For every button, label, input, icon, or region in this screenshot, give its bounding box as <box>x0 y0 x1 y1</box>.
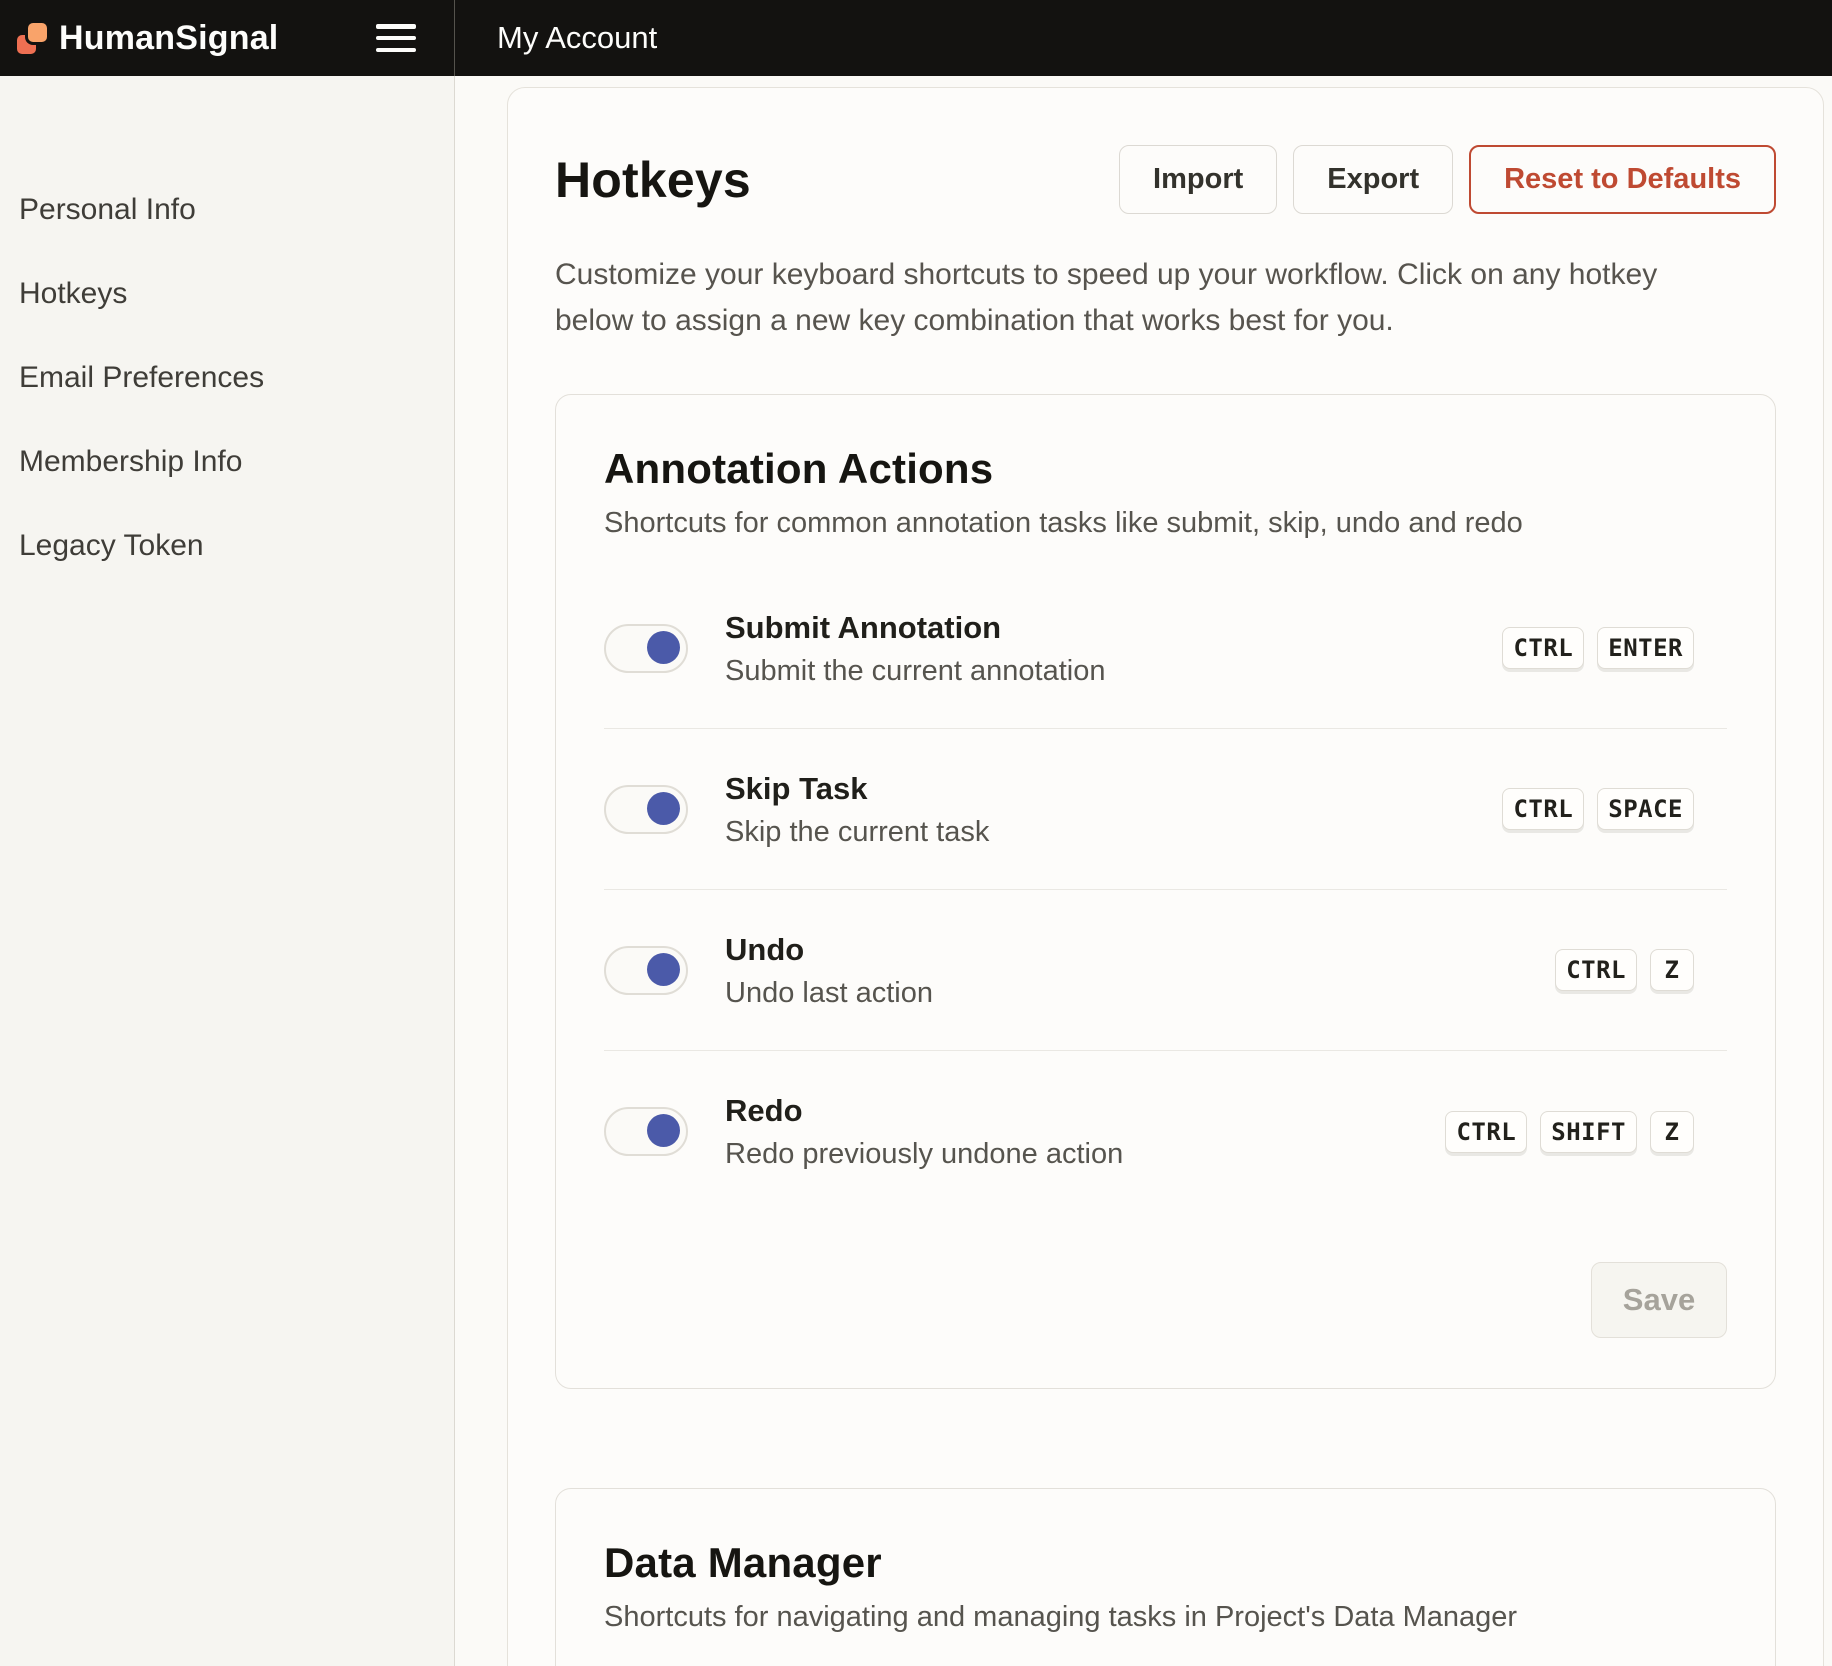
hotkey-description: Skip the current task <box>725 815 989 849</box>
sidebar-item-personal-info[interactable]: Personal Info <box>19 192 196 228</box>
hotkey-title: Undo <box>725 931 933 968</box>
topbar: HumanSignal My Account <box>0 0 1832 76</box>
toggle-knob-icon <box>647 631 680 664</box>
header-actions: Import Export Reset to Defaults <box>1119 145 1776 214</box>
keycap-ctrl[interactable]: CTRL <box>1555 949 1637 991</box>
save-button[interactable]: Save <box>1591 1262 1727 1338</box>
toggle-knob-icon <box>647 792 680 825</box>
hamburger-menu-icon[interactable] <box>376 24 416 52</box>
page-title: Hotkeys <box>555 151 751 209</box>
hotkey-row: Redo Redo previously undone action CTRL S… <box>604 1051 1727 1212</box>
hotkey-description: Undo last action <box>725 976 933 1010</box>
toggle-redo[interactable] <box>604 1107 688 1156</box>
section-subtitle: Shortcuts for common annotation tasks li… <box>604 507 1727 540</box>
toggle-knob-icon <box>647 953 680 986</box>
data-manager-section: Data Manager Shortcuts for navigating an… <box>555 1488 1776 1666</box>
keycap-ctrl[interactable]: CTRL <box>1502 788 1584 830</box>
annotation-actions-section: Annotation Actions Shortcuts for common … <box>555 394 1776 1389</box>
hotkey-title: Submit Annotation <box>725 609 1105 646</box>
hotkey-row-text: Skip Task Skip the current task <box>725 770 989 849</box>
humansignal-logo-icon <box>17 23 48 54</box>
keycap-ctrl[interactable]: CTRL <box>1502 627 1584 669</box>
account-sidebar: Personal Info Hotkeys Email Preferences Mem… <box>0 76 455 1666</box>
keycap-space[interactable]: SPACE <box>1597 788 1694 830</box>
keycap-enter[interactable]: ENTER <box>1597 627 1694 669</box>
hotkey-keys[interactable]: CTRL ENTER <box>1502 627 1694 669</box>
page-breadcrumb-title: My Account <box>497 0 657 76</box>
hotkey-row-text: Undo Undo last action <box>725 931 933 1010</box>
hotkeys-page-card: Hotkeys Import Export Reset to Defaults … <box>507 87 1824 1666</box>
export-button[interactable]: Export <box>1293 145 1453 214</box>
section-subtitle: Shortcuts for navigating and managing ta… <box>604 1601 1727 1634</box>
sidebar-item-membership-info[interactable]: Membership Info <box>19 444 242 480</box>
hotkey-row-text: Redo Redo previously undone action <box>725 1092 1123 1171</box>
sidebar-item-hotkeys[interactable]: Hotkeys <box>19 276 127 312</box>
page-description-line: Customize your keyboard shortcuts to spe… <box>555 252 1776 298</box>
topbar-brand-section: HumanSignal <box>0 0 455 76</box>
hotkey-row: Undo Undo last action CTRL Z <box>604 890 1727 1051</box>
reset-to-defaults-button[interactable]: Reset to Defaults <box>1469 145 1776 214</box>
import-button[interactable]: Import <box>1119 145 1277 214</box>
main-content: Hotkeys Import Export Reset to Defaults … <box>455 76 1832 1666</box>
section-title: Annotation Actions <box>604 445 1727 493</box>
page-description: Customize your keyboard shortcuts to spe… <box>555 252 1776 344</box>
hotkey-title: Redo <box>725 1092 1123 1129</box>
hotkey-row: Skip Task Skip the current task CTRL SPAC… <box>604 729 1727 890</box>
toggle-undo[interactable] <box>604 946 688 995</box>
hotkey-row-text: Submit Annotation Submit the current ann… <box>725 609 1105 688</box>
page-description-line: below to assign a new key combination th… <box>555 298 1776 344</box>
keycap-ctrl[interactable]: CTRL <box>1445 1111 1527 1153</box>
page-header: Hotkeys Import Export Reset to Defaults <box>555 145 1776 214</box>
keycap-z[interactable]: Z <box>1650 1111 1694 1153</box>
keycap-shift[interactable]: SHIFT <box>1540 1111 1637 1153</box>
sidebar-item-email-preferences[interactable]: Email Preferences <box>19 360 264 396</box>
hotkey-rows: Submit Annotation Submit the current ann… <box>604 568 1727 1212</box>
toggle-knob-icon <box>647 1114 680 1147</box>
toggle-submit-annotation[interactable] <box>604 624 688 673</box>
save-row: Save <box>604 1262 1727 1338</box>
hotkey-keys[interactable]: CTRL Z <box>1555 949 1694 991</box>
hotkey-keys[interactable]: CTRL SHIFT Z <box>1445 1111 1694 1153</box>
hotkey-description: Submit the current annotation <box>725 654 1105 688</box>
sidebar-item-legacy-token[interactable]: Legacy Token <box>19 528 204 564</box>
hotkey-row: Submit Annotation Submit the current ann… <box>604 568 1727 729</box>
hotkey-title: Skip Task <box>725 770 989 807</box>
keycap-z[interactable]: Z <box>1650 949 1694 991</box>
section-title: Data Manager <box>604 1539 1727 1587</box>
hotkey-description: Redo previously undone action <box>725 1137 1123 1171</box>
hotkey-keys[interactable]: CTRL SPACE <box>1502 788 1694 830</box>
brand-name: HumanSignal <box>59 19 278 58</box>
brand-logo[interactable]: HumanSignal <box>17 19 278 58</box>
toggle-skip-task[interactable] <box>604 785 688 834</box>
